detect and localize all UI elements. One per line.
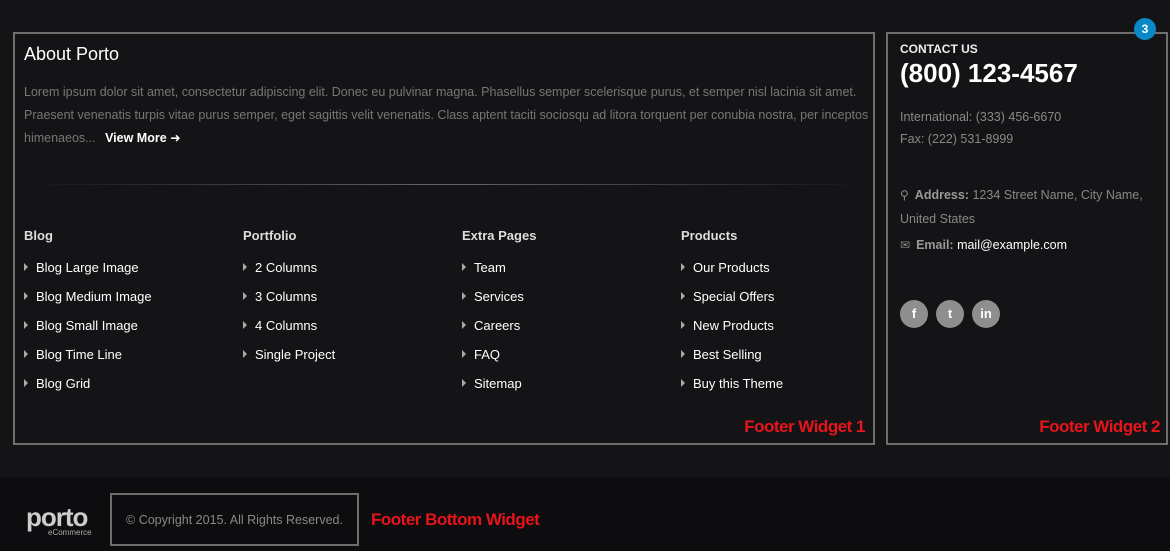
footer-column-extra-pages: Extra Pages Team Services Careers FAQ Si… [462, 228, 672, 405]
caret-right-icon [462, 321, 466, 329]
list-item[interactable]: New Products [681, 318, 891, 347]
caret-right-icon [243, 321, 247, 329]
social-icons: f t in [900, 300, 1000, 328]
caret-right-icon [462, 263, 466, 271]
column-title: Products [681, 228, 738, 243]
facebook-icon[interactable]: f [900, 300, 928, 328]
envelope-icon: ✉ [900, 238, 911, 252]
list-item[interactable]: 3 Columns [243, 289, 453, 318]
list-item[interactable]: Services [462, 289, 672, 318]
list-item[interactable]: Single Project [243, 347, 453, 376]
caret-right-icon [24, 292, 28, 300]
footer-widget-1: About Porto Lorem ipsum dolor sit amet, … [13, 32, 875, 445]
list-item[interactable]: Team [462, 260, 672, 289]
list-item[interactable]: Blog Time Line [24, 347, 234, 376]
caret-right-icon [24, 379, 28, 387]
list-item[interactable]: Blog Large Image [24, 260, 234, 289]
footer-top: About Porto Lorem ipsum dolor sit amet, … [0, 0, 1170, 478]
contact-numbers: International: (333) 456-6670 Fax: (222)… [900, 106, 1061, 150]
list-item[interactable]: Buy this Theme [681, 376, 891, 405]
international-phone: International: (333) 456-6670 [900, 110, 1062, 124]
email-link[interactable]: mail@example.com [957, 238, 1067, 252]
caret-right-icon [243, 263, 247, 271]
column-title: Portfolio [243, 228, 297, 243]
caret-right-icon [681, 292, 685, 300]
list-item[interactable]: Blog Medium Image [24, 289, 234, 318]
logo-subtext: eCommerce [48, 528, 92, 537]
contact-address: ⚲ Address: 1234 Street Name, City Name, U… [900, 183, 1162, 231]
caret-right-icon [24, 321, 28, 329]
column-title: Extra Pages [462, 228, 537, 243]
list-item[interactable]: Our Products [681, 260, 891, 289]
list-item[interactable]: Careers [462, 318, 672, 347]
list-item[interactable]: 2 Columns [243, 260, 453, 289]
footer-bottom-widget-label: Footer Bottom Widget [371, 510, 540, 529]
about-title: About Porto [24, 44, 120, 64]
list-item[interactable]: Blog Small Image [24, 318, 234, 347]
footer-widget-2: CONTACT US (800) 123-4567 International:… [886, 32, 1168, 445]
contact-phone: (800) 123-4567 [900, 58, 1078, 88]
footer-column-products: Products Our Products Special Offers New… [681, 228, 891, 405]
list-item[interactable]: FAQ [462, 347, 672, 376]
caret-right-icon [24, 263, 28, 271]
footer-widget-2-label: Footer Widget 2 [1039, 417, 1160, 436]
caret-right-icon [243, 292, 247, 300]
caret-right-icon [243, 350, 247, 358]
map-marker-icon: ⚲ [900, 188, 909, 202]
copyright-text: © Copyright 2015. All Rights Reserved. [126, 512, 343, 527]
list-item[interactable]: Sitemap [462, 376, 672, 405]
contact-email: ✉ Email: mail@example.com [900, 238, 1067, 252]
about-text: Lorem ipsum dolor sit amet, consectetur … [24, 81, 870, 150]
caret-right-icon [24, 350, 28, 358]
caret-right-icon [462, 350, 466, 358]
email-label: Email: [916, 238, 954, 252]
fax-number: Fax: (222) 531-8999 [900, 132, 1014, 146]
address-label: Address: [914, 188, 969, 202]
arrow-right-icon: ➜ [170, 131, 181, 145]
view-more-link[interactable]: View More ➜ [105, 131, 181, 145]
caret-right-icon [462, 292, 466, 300]
list-item[interactable]: Blog Grid [24, 376, 234, 405]
caret-right-icon [681, 379, 685, 387]
list-item[interactable]: 4 Columns [243, 318, 453, 347]
caret-right-icon [681, 350, 685, 358]
footer-widget-1-label: Footer Widget 1 [744, 417, 865, 436]
contact-heading: CONTACT US [900, 42, 978, 56]
divider [24, 184, 870, 185]
logo-text: porto [26, 502, 88, 532]
caret-right-icon [681, 263, 685, 271]
list-item[interactable]: Best Selling [681, 347, 891, 376]
notification-badge: 3 [1134, 18, 1156, 40]
footer-bottom: porto eCommerce © Copyright 2015. All Ri… [0, 478, 1170, 551]
caret-right-icon [681, 321, 685, 329]
linkedin-icon[interactable]: in [972, 300, 1000, 328]
caret-right-icon [462, 379, 466, 387]
copyright-box: © Copyright 2015. All Rights Reserved. [110, 493, 359, 546]
footer-column-blog: Blog Blog Large Image Blog Medium Image … [24, 228, 234, 405]
list-item[interactable]: Special Offers [681, 289, 891, 318]
porto-logo[interactable]: porto eCommerce [26, 502, 92, 537]
column-title: Blog [24, 228, 53, 243]
twitter-icon[interactable]: t [936, 300, 964, 328]
footer-column-portfolio: Portfolio 2 Columns 3 Columns 4 Columns … [243, 228, 453, 376]
